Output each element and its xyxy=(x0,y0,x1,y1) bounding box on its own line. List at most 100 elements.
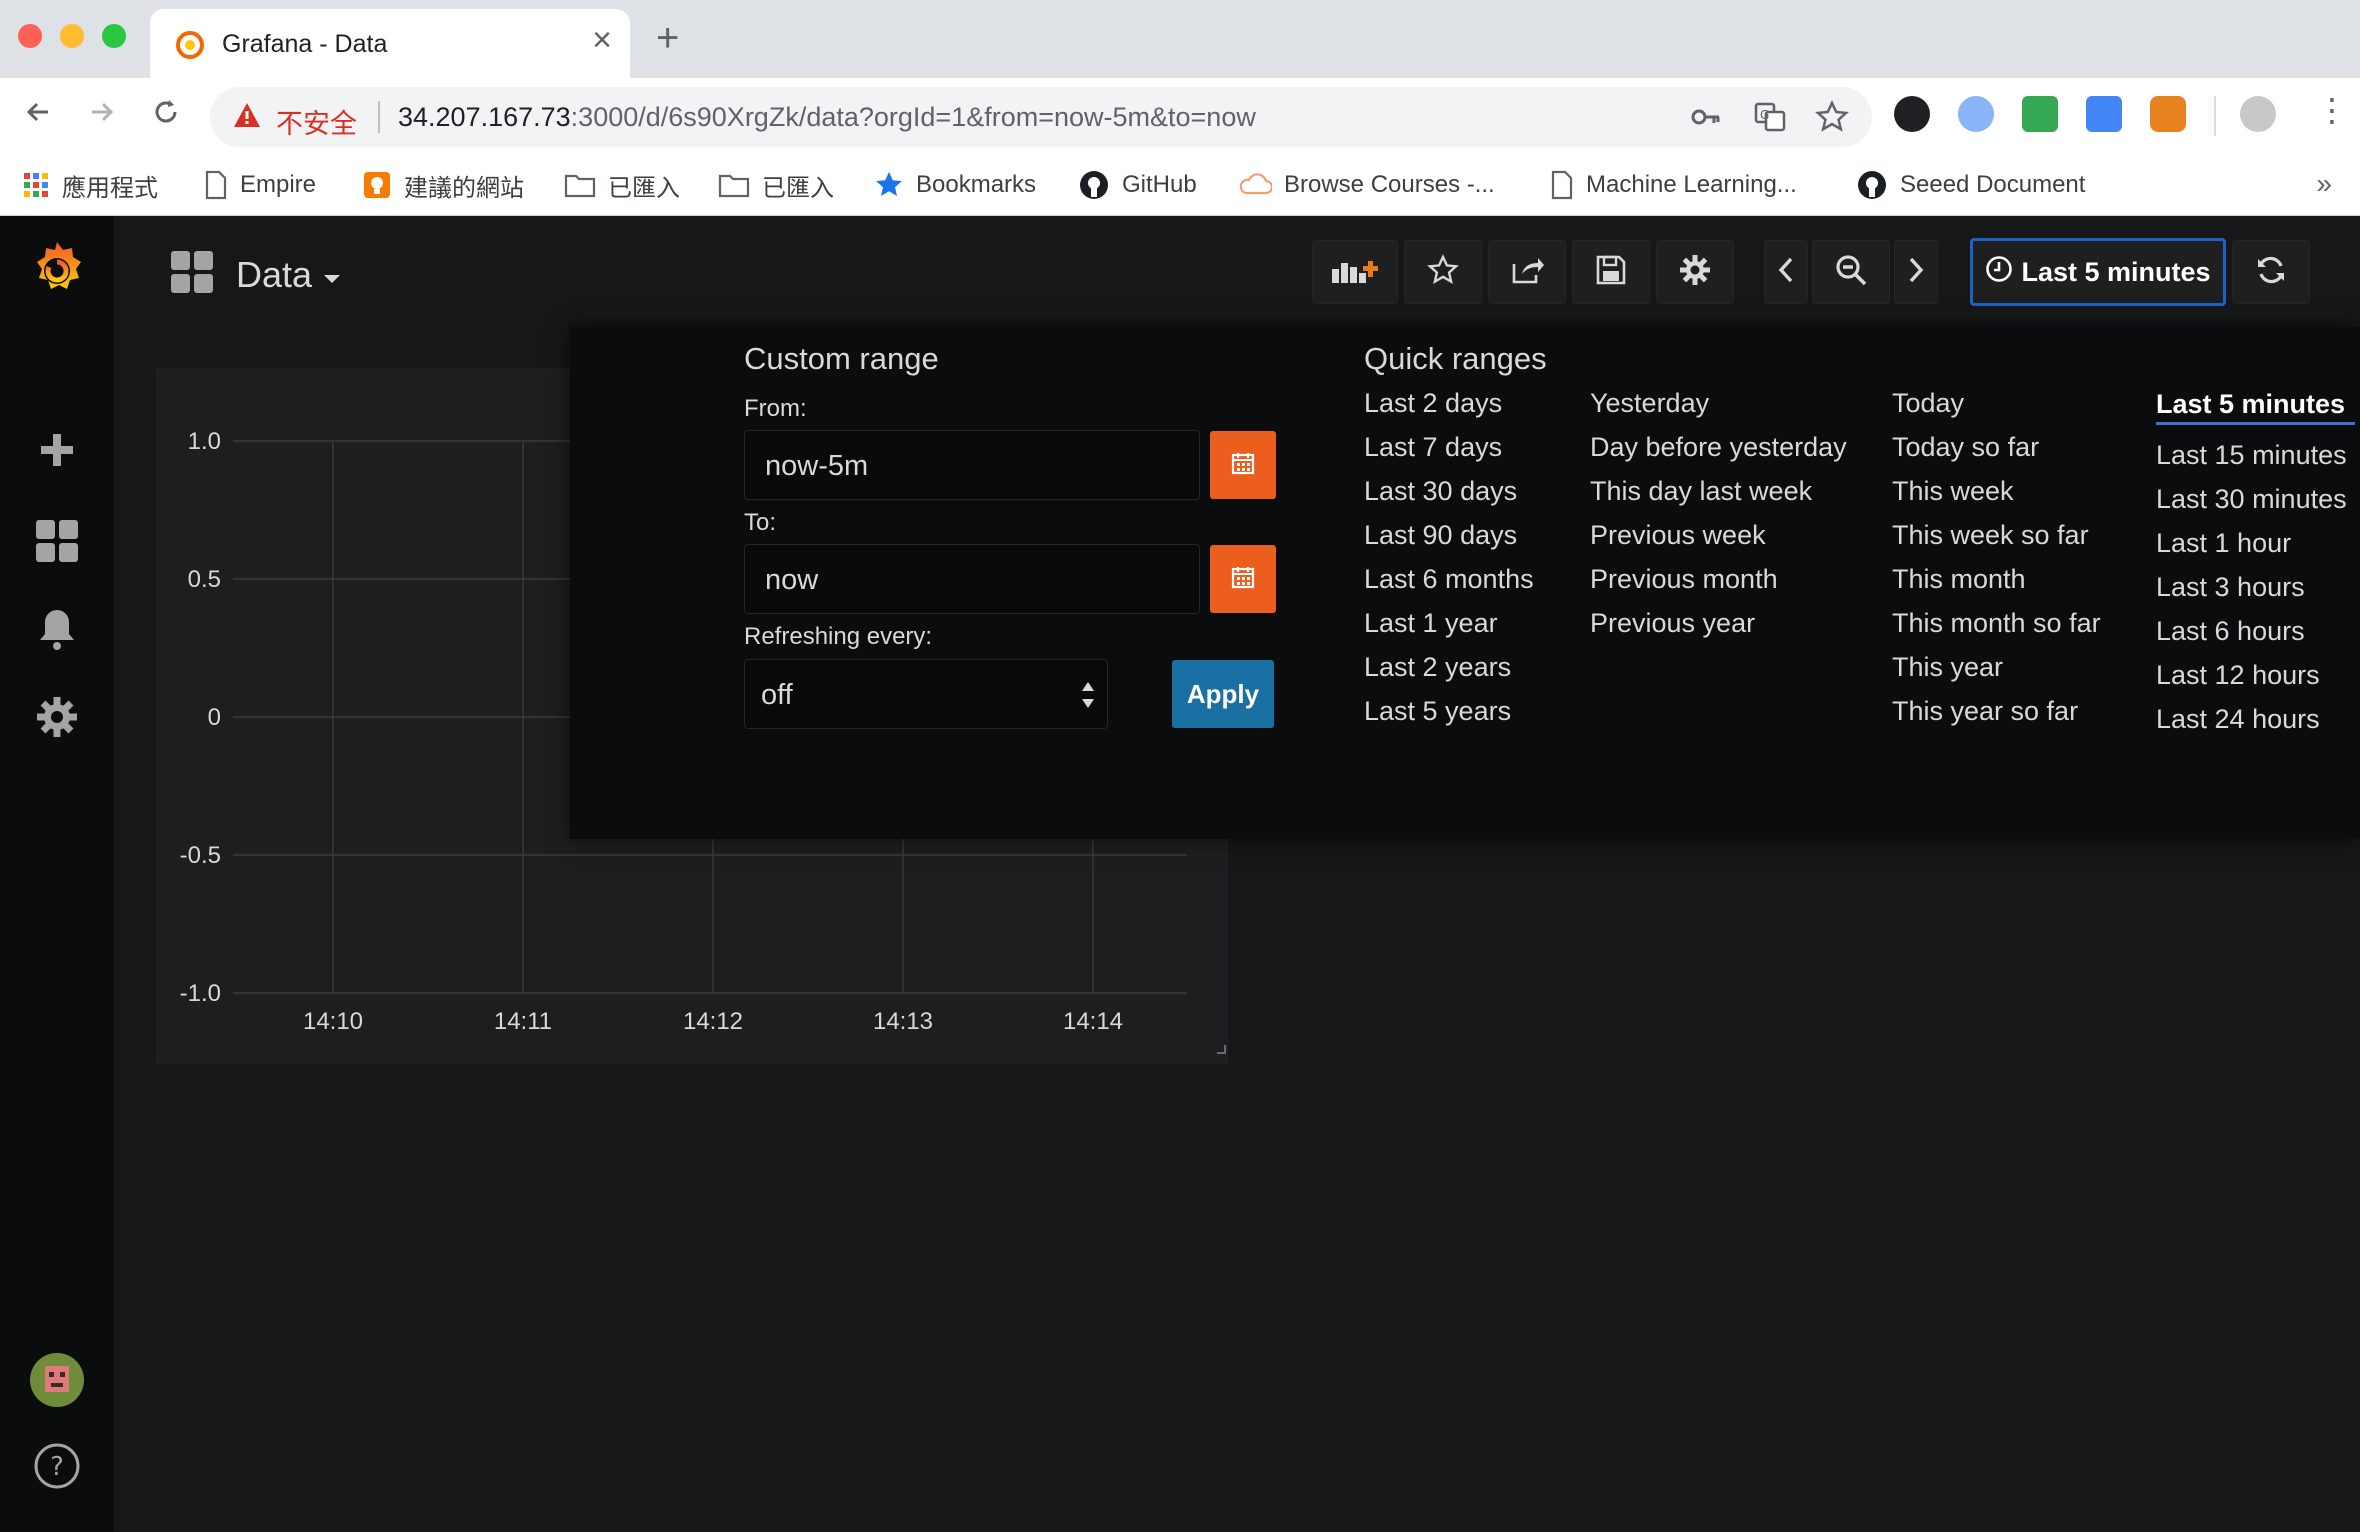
quick-range-item[interactable]: Last 5 years xyxy=(1364,695,1534,739)
browser-toolbar: 不安全 34.207.167.73:3000/d/6s90XrgZk/data?… xyxy=(0,78,2360,156)
tab-close-icon[interactable]: × xyxy=(592,23,612,57)
github-icon xyxy=(1078,169,1110,201)
new-tab-button[interactable]: + xyxy=(656,18,679,58)
quick-range-item[interactable]: Last 2 days xyxy=(1364,387,1534,431)
key-icon[interactable] xyxy=(1688,99,1724,140)
close-window-button[interactable] xyxy=(18,24,42,48)
bookmark-empire[interactable]: Empire xyxy=(204,168,316,202)
quick-range-item[interactable]: Last 24 hours xyxy=(2156,703,2355,747)
bookmark-machine-learning[interactable]: Machine Learning... xyxy=(1550,168,1797,202)
bookmark-imported-2[interactable]: 已匯入 xyxy=(718,168,834,202)
quick-range-item[interactable]: Yesterday xyxy=(1590,387,1847,431)
quick-range-item[interactable]: This week so far xyxy=(1892,519,2101,563)
quick-range-item[interactable]: This week xyxy=(1892,475,2101,519)
help-icon[interactable]: ? xyxy=(0,1442,114,1490)
extension-wand-icon[interactable] xyxy=(2022,96,2058,132)
chevron-left-icon xyxy=(1776,255,1796,290)
quick-range-item[interactable]: Previous week xyxy=(1590,519,1847,563)
share-icon xyxy=(1510,254,1544,291)
bookmark-github[interactable]: GitHub xyxy=(1078,168,1197,202)
quick-range-item[interactable]: This month xyxy=(1892,563,2101,607)
forward-arrow-icon[interactable] xyxy=(86,96,118,134)
back-arrow-icon[interactable] xyxy=(22,96,54,134)
quick-ranges-column-3: Today Today so far This week This week s… xyxy=(1892,387,2101,739)
quick-range-item[interactable]: Previous year xyxy=(1590,607,1847,651)
time-range-button[interactable]: Last 5 minutes xyxy=(1970,238,2226,306)
apps-grid-icon xyxy=(22,171,50,199)
save-dashboard-button[interactable] xyxy=(1572,240,1650,304)
from-calendar-button[interactable] xyxy=(1210,431,1276,499)
refresh-icon xyxy=(2254,253,2288,292)
save-icon xyxy=(1595,254,1627,291)
minimize-window-button[interactable] xyxy=(60,24,84,48)
quick-range-item[interactable]: Last 30 minutes xyxy=(2156,483,2355,527)
quick-range-item[interactable]: Last 15 minutes xyxy=(2156,439,2355,483)
translate-icon[interactable]: G xyxy=(1752,99,1788,140)
quick-range-item[interactable]: This year so far xyxy=(1892,695,2101,739)
bookmark-apps[interactable]: 應用程式 xyxy=(22,168,158,202)
bookmark-star-icon[interactable] xyxy=(1814,99,1850,140)
quick-range-item[interactable]: Last 30 days xyxy=(1364,475,1534,519)
configuration-gear-icon[interactable] xyxy=(0,694,114,740)
to-calendar-button[interactable] xyxy=(1210,545,1276,613)
extension-google-translate-icon[interactable] xyxy=(2086,96,2122,132)
quick-range-item[interactable]: This month so far xyxy=(1892,607,2101,651)
extension-circle-icon[interactable] xyxy=(1958,96,1994,132)
url-text[interactable]: 34.207.167.73:3000/d/6s90XrgZk/data?orgI… xyxy=(398,102,1256,133)
star-dashboard-button[interactable] xyxy=(1404,240,1482,304)
alerting-bell-icon[interactable] xyxy=(0,606,114,652)
address-bar[interactable]: 不安全 34.207.167.73:3000/d/6s90XrgZk/data?… xyxy=(210,87,1872,147)
quick-range-item[interactable]: Last 6 hours xyxy=(2156,615,2355,659)
bookmark-imported-1[interactable]: 已匯入 xyxy=(564,168,680,202)
maximize-window-button[interactable] xyxy=(102,24,126,48)
bookmark-suggested-sites[interactable]: 建議的網站 xyxy=(362,168,524,202)
extension-metamask-icon[interactable] xyxy=(2150,96,2186,132)
quick-range-item-active[interactable]: Last 5 minutes xyxy=(2156,387,2356,425)
quick-range-item[interactable]: This day last week xyxy=(1590,475,1847,519)
reload-icon[interactable] xyxy=(150,96,182,134)
refresh-dashboard-button[interactable] xyxy=(2232,240,2310,304)
quick-ranges-title: Quick ranges xyxy=(1364,341,1547,376)
zoom-out-button[interactable] xyxy=(1812,240,1890,304)
quick-range-item[interactable]: Last 90 days xyxy=(1364,519,1534,563)
security-label[interactable]: 不安全 xyxy=(276,102,357,141)
warning-icon[interactable] xyxy=(232,100,262,135)
time-shift-forward-button[interactable] xyxy=(1894,240,1938,304)
profile-avatar[interactable] xyxy=(2240,96,2276,132)
dashboards-icon[interactable] xyxy=(0,518,114,564)
time-shift-back-button[interactable] xyxy=(1764,240,1808,304)
more-menu-icon[interactable]: ⋮ xyxy=(2316,94,2348,126)
to-input[interactable]: now xyxy=(744,544,1200,614)
grafana-logo-icon[interactable] xyxy=(0,238,114,304)
quick-range-item[interactable]: Last 7 days xyxy=(1364,431,1534,475)
quick-range-item[interactable]: Last 6 months xyxy=(1364,563,1534,607)
folder-icon xyxy=(718,172,750,198)
bookmark-bookmarks[interactable]: Bookmarks xyxy=(874,168,1036,202)
quick-range-item[interactable]: Last 3 hours xyxy=(2156,571,2355,615)
quick-range-item[interactable]: Day before yesterday xyxy=(1590,431,1847,475)
add-panel-button[interactable] xyxy=(1312,240,1398,304)
quick-range-item[interactable]: Last 2 years xyxy=(1364,651,1534,695)
user-avatar[interactable] xyxy=(0,1352,114,1408)
bookmark-browse-courses[interactable]: Browse Courses -... xyxy=(1238,168,1495,202)
quick-range-item[interactable]: Today so far xyxy=(1892,431,2101,475)
refresh-select[interactable]: off xyxy=(744,659,1108,729)
create-plus-icon[interactable] xyxy=(0,430,114,470)
custom-range-title: Custom range xyxy=(744,341,939,376)
bookmark-label: Machine Learning... xyxy=(1586,171,1797,198)
quick-range-item[interactable]: Today xyxy=(1892,387,2101,431)
dashboard-settings-button[interactable] xyxy=(1656,240,1734,304)
dashboard-title-picker[interactable]: Data xyxy=(170,250,341,299)
quick-range-item[interactable]: Last 12 hours xyxy=(2156,659,2355,703)
quick-range-item[interactable]: This year xyxy=(1892,651,2101,695)
bookmark-seeed-document[interactable]: Seeed Document xyxy=(1856,168,2085,202)
apply-button[interactable]: Apply xyxy=(1172,660,1274,728)
extension-scissors-icon[interactable] xyxy=(1894,96,1930,132)
quick-range-item[interactable]: Previous month xyxy=(1590,563,1847,607)
bookmarks-overflow-icon[interactable]: » xyxy=(2316,168,2332,200)
share-dashboard-button[interactable] xyxy=(1488,240,1566,304)
quick-range-item[interactable]: Last 1 year xyxy=(1364,607,1534,651)
from-input[interactable]: now-5m xyxy=(744,430,1200,500)
quick-range-item[interactable]: Last 1 hour xyxy=(2156,527,2355,571)
browser-tab[interactable]: Grafana - Data × xyxy=(150,9,630,78)
